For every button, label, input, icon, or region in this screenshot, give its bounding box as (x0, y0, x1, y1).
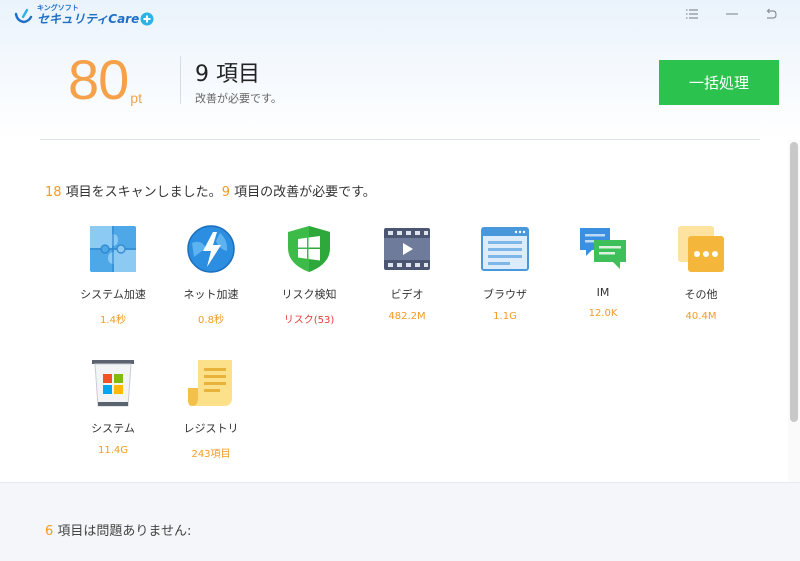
minimize-icon[interactable] (722, 6, 742, 22)
menu-icon[interactable] (682, 6, 702, 22)
browser-window-icon (480, 224, 530, 274)
item-im[interactable]: IM 12.0K (558, 224, 648, 319)
item-label: その他 (684, 288, 718, 301)
item-label: IM (596, 286, 610, 299)
logo-plus-icon (140, 12, 154, 26)
fix-all-button[interactable]: 一括処理 (659, 60, 779, 105)
ok-section: 6 項目は問題ありません: (0, 482, 800, 561)
item-value: リスク(53) (283, 315, 335, 326)
lightning-globe-icon (186, 224, 236, 274)
logo-icon (14, 5, 34, 25)
more-dots-icon (676, 224, 726, 274)
item-label: ネット加速 (183, 288, 239, 301)
item-label: ブラウザ (483, 288, 527, 301)
shield-windows-icon (284, 224, 334, 274)
scan-message: 18 項目をスキャンしました。9 項目の改善が必要です。 (45, 181, 376, 200)
item-label: システム (91, 422, 135, 435)
need-count: 9 (221, 185, 230, 200)
item-value: 0.8秒 (198, 315, 224, 326)
film-icon (382, 224, 432, 274)
chat-bubbles-icon (578, 224, 628, 274)
summary-divider (180, 56, 181, 104)
puzzle-icon (88, 224, 138, 274)
item-label: レジストリ (183, 422, 239, 435)
score-unit: pt (130, 90, 142, 106)
score-value: 80 (68, 48, 129, 111)
item-value: 243項目 (191, 449, 231, 460)
items-subtitle: 改善が必要です。 (195, 92, 282, 105)
app-logo: キングソフト セキュリティCare (14, 4, 154, 26)
ok-message-text: 項目は問題ありません: (53, 524, 192, 539)
scrollbar-thumb[interactable] (790, 142, 798, 422)
item-browser[interactable]: ブラウザ 1.1G (460, 224, 550, 322)
scanned-count: 18 (45, 185, 62, 200)
item-risk-detection[interactable]: リスク検知 リスク(53) (264, 224, 354, 326)
scan-message-part2: 項目の改善が必要です。 (229, 185, 376, 200)
scan-message-part1: 項目をスキャンしました。 (61, 185, 222, 200)
restore-icon[interactable] (761, 6, 781, 22)
logo-subtitle: キングソフト (37, 4, 79, 12)
item-registry[interactable]: レジストリ 243項目 (166, 358, 256, 460)
section-divider (40, 139, 760, 140)
item-system[interactable]: システム 11.4G (68, 358, 158, 456)
item-label: リスク検知 (281, 288, 337, 301)
item-value: 1.4秒 (100, 315, 126, 326)
logo-title: セキュリティCare (37, 12, 140, 26)
item-net-speedup[interactable]: ネット加速 0.8秒 (166, 224, 256, 326)
item-value: 1.1G (493, 311, 517, 322)
item-video[interactable]: ビデオ 482.2M (362, 224, 452, 322)
score-display: 80 pt (68, 52, 142, 108)
ok-message: 6 項目は問題ありません: (45, 520, 191, 539)
item-label: ビデオ (390, 288, 424, 301)
item-value: 12.0K (588, 308, 618, 319)
item-value: 482.2M (388, 311, 426, 322)
registry-scroll-icon (186, 358, 236, 408)
items-count: 9 項目 (195, 62, 260, 87)
windows-trash-icon (88, 358, 138, 408)
item-value: 40.4M (685, 311, 717, 322)
item-other[interactable]: その他 40.4M (656, 224, 746, 322)
item-label: システム加速 (80, 288, 146, 301)
item-system-speedup[interactable]: システム加速 1.4秒 (68, 224, 158, 326)
item-value: 11.4G (97, 445, 128, 456)
